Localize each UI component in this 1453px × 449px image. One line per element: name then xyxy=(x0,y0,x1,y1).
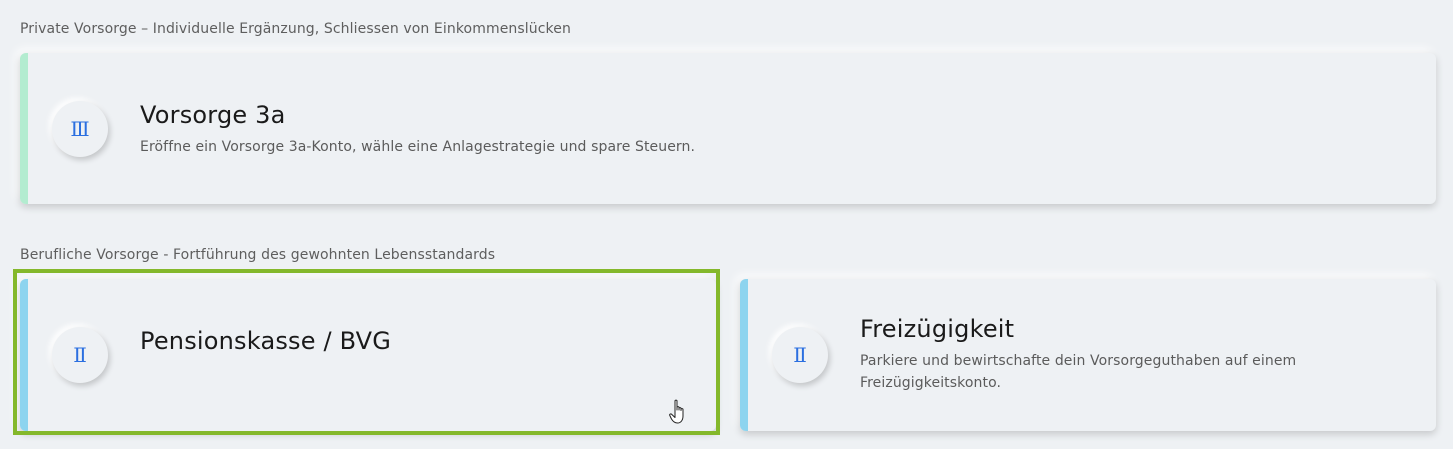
card-vorsorge-3a[interactable]: Ⅲ Vorsorge 3a Eröffne ein Vorsorge 3a-Ko… xyxy=(20,53,1436,204)
card-accent-stripe xyxy=(20,279,28,431)
pillar-3-icon: Ⅲ xyxy=(52,101,108,157)
card-pensionskasse-bvg[interactable]: Ⅱ Pensionskasse / BVG xyxy=(20,279,716,431)
section-label-private-vorsorge: Private Vorsorge – Individuelle Ergänzun… xyxy=(20,21,571,37)
card-description: Parkiere und bewirtschafte dein Vorsorge… xyxy=(860,350,1296,394)
pillar-2-icon: Ⅱ xyxy=(52,327,108,383)
pillar-numeral: Ⅱ xyxy=(73,343,87,367)
card-accent-stripe xyxy=(740,279,748,431)
card-description: Eröffne ein Vorsorge 3a-Konto, wähle ein… xyxy=(140,139,696,155)
pillar-2-icon: Ⅱ xyxy=(772,327,828,383)
card-freizuegigkeit[interactable]: Ⅱ Freizügigkeit Parkiere und bewirtschaf… xyxy=(740,279,1436,431)
pillar-numeral: Ⅲ xyxy=(70,117,90,141)
card-title: Freizügigkeit xyxy=(860,315,1015,343)
pillar-numeral: Ⅱ xyxy=(793,343,807,367)
card-title: Pensionskasse / BVG xyxy=(140,327,392,355)
card-title: Vorsorge 3a xyxy=(140,101,286,129)
card-description-line: Freizügigkeitskonto. xyxy=(860,375,1002,391)
hand-cursor-icon xyxy=(669,399,684,424)
card-description-line: Parkiere und bewirtschafte dein Vorsorge… xyxy=(860,353,1297,369)
card-accent-stripe xyxy=(20,53,28,204)
section-label-berufliche-vorsorge: Berufliche Vorsorge - Fortführung des ge… xyxy=(20,247,496,263)
